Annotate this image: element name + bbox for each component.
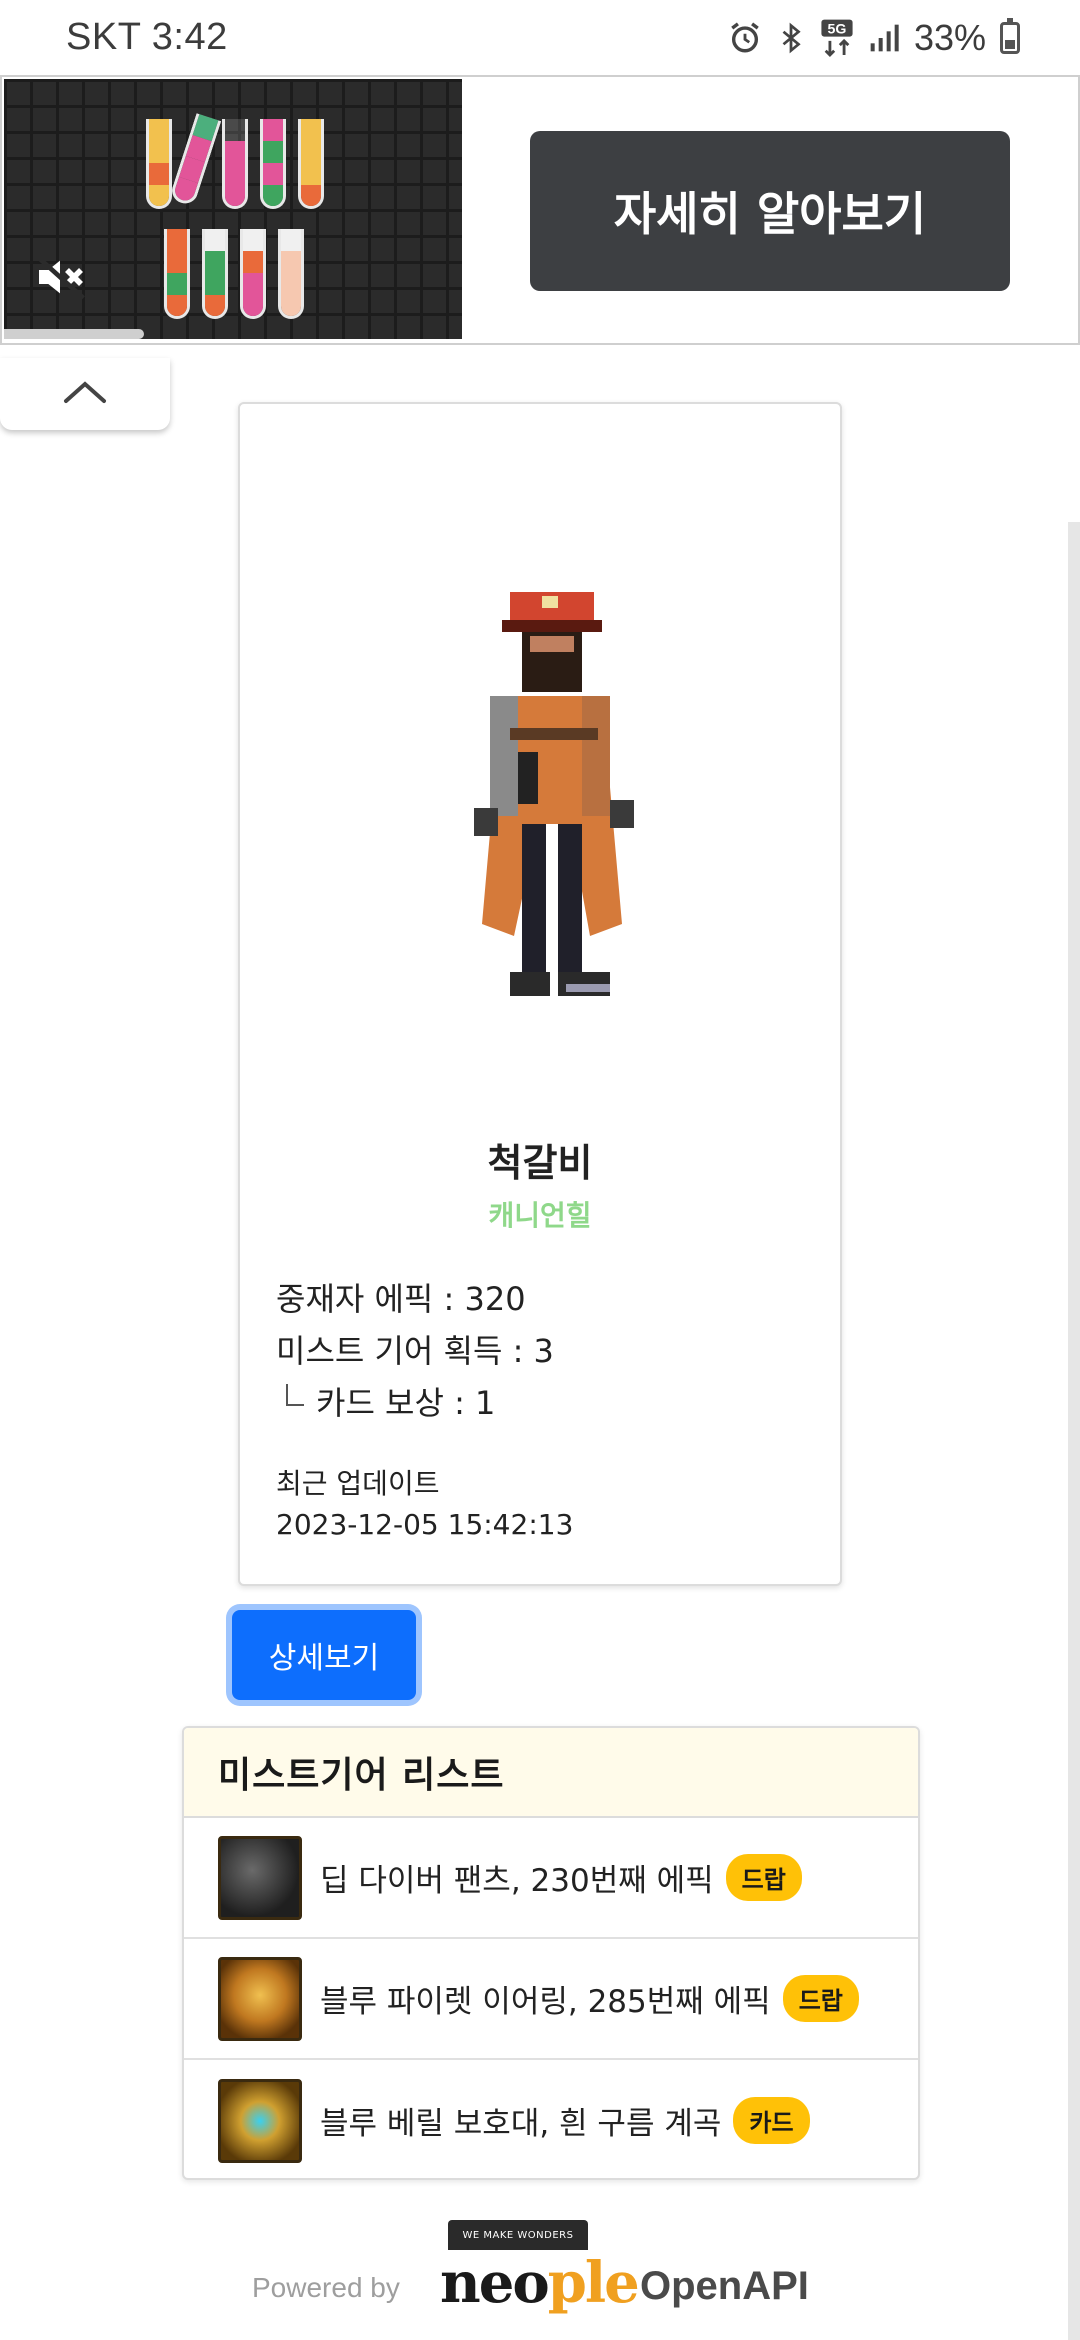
mist-gear-list: 미스트기어 리스트 딥 다이버 팬츠, 230번째 에픽 드랍 블루 파이렛 이… [182,1726,920,2180]
gear-source-badge: 카드 [733,2097,810,2144]
character-server: 캐니언힐 [488,1199,592,1232]
tube-7 [202,229,228,319]
gear-name: 딥 다이버 팬츠, 230번째 에픽 [320,1863,714,1899]
tube-5 [298,119,324,209]
powered-by-text: Powered by [252,2272,400,2303]
openapi-label: OpenAPI [640,2264,809,2308]
svg-text:5G: 5G [827,21,846,37]
pants-icon [218,1835,302,1920]
neople-tagline: WE MAKE WONDERS [448,2220,588,2250]
stat-mist-gear-count: 미스트 기어 획득 : 3 [276,1332,554,1370]
gear-source-badge: 드랍 [782,1975,859,2022]
tube-3 [222,119,248,209]
detail-view-button[interactable]: 상세보기 [232,1610,416,1700]
earring-icon [218,1956,302,2041]
chevron-up-icon [60,377,110,411]
mute-icon[interactable] [32,249,88,305]
ad-banner[interactable]: 자세히 알아보기 [0,75,1080,345]
gear-list-item[interactable]: 딥 다이버 팬츠, 230번째 에픽 드랍 [184,1818,918,1939]
stat-epic-count: 중재자 에픽 : 320 [276,1280,526,1318]
signal-icon [868,18,900,58]
gear-source-badge: 드랍 [725,1854,802,1901]
tube-8 [240,229,266,319]
updated-time: 2023-12-05 15:42:13 [276,1508,574,1541]
gear-list-item[interactable]: 블루 파이렛 이어링, 285번째 에픽 드랍 [184,1939,918,2060]
gear-list-item[interactable]: 블루 베릴 보호대, 흰 구름 계곡 카드 [184,2060,918,2178]
tube-6 [164,229,190,319]
gear-name: 블루 파이렛 이어링, 285번째 에픽 [320,1984,771,2020]
collapse-ad-button[interactable] [0,358,170,430]
tube-1 [146,119,172,209]
stat-card-reward: 카드 보상 : 1 [286,1378,495,1424]
ad-learn-more-button[interactable]: 자세히 알아보기 [530,131,1010,291]
bracer-icon [218,2078,302,2163]
app-screen: SKT 3:42 5G 33% 자세히 알아보기 척갈비 캐니언힐 중재자 에픽… [0,0,1080,2340]
updated-label: 최근 업데이트 [276,1467,440,1500]
alarm-icon [728,18,762,58]
gear-name: 블루 베릴 보호대, 흰 구름 계곡 [320,2106,722,2142]
stat-card-reward-text: 카드 보상 : 1 [316,1384,496,1422]
tube-2 [168,113,222,207]
scrollbar[interactable] [1068,522,1080,2340]
tube-9 [278,229,304,319]
tree-branch-icon [286,1384,304,1406]
ad-progress-bar [4,329,144,339]
ad-video[interactable] [4,79,462,339]
status-icons: 5G 33% [728,17,1020,59]
bluetooth-icon [776,18,806,58]
battery-icon [1000,17,1020,54]
character-sprite [474,592,634,996]
footer-credit[interactable]: Powered by WE MAKE WONDERS neople OpenAP… [250,2220,830,2330]
neople-logo: neople [440,2250,640,2316]
character-card: 척갈비 캐니언힐 중재자 에픽 : 320 미스트 기어 획득 : 3 카드 보… [238,402,842,1586]
tube-4 [260,119,286,209]
character-name: 척갈비 [487,1141,593,1185]
battery-percent: 33% [913,16,986,58]
5g-icon: 5G [820,18,854,58]
status-bar: SKT 3:42 5G 33% [0,0,1080,75]
carrier-time: SKT 3:42 [66,16,228,58]
mist-gear-list-title: 미스트기어 리스트 [184,1728,918,1818]
